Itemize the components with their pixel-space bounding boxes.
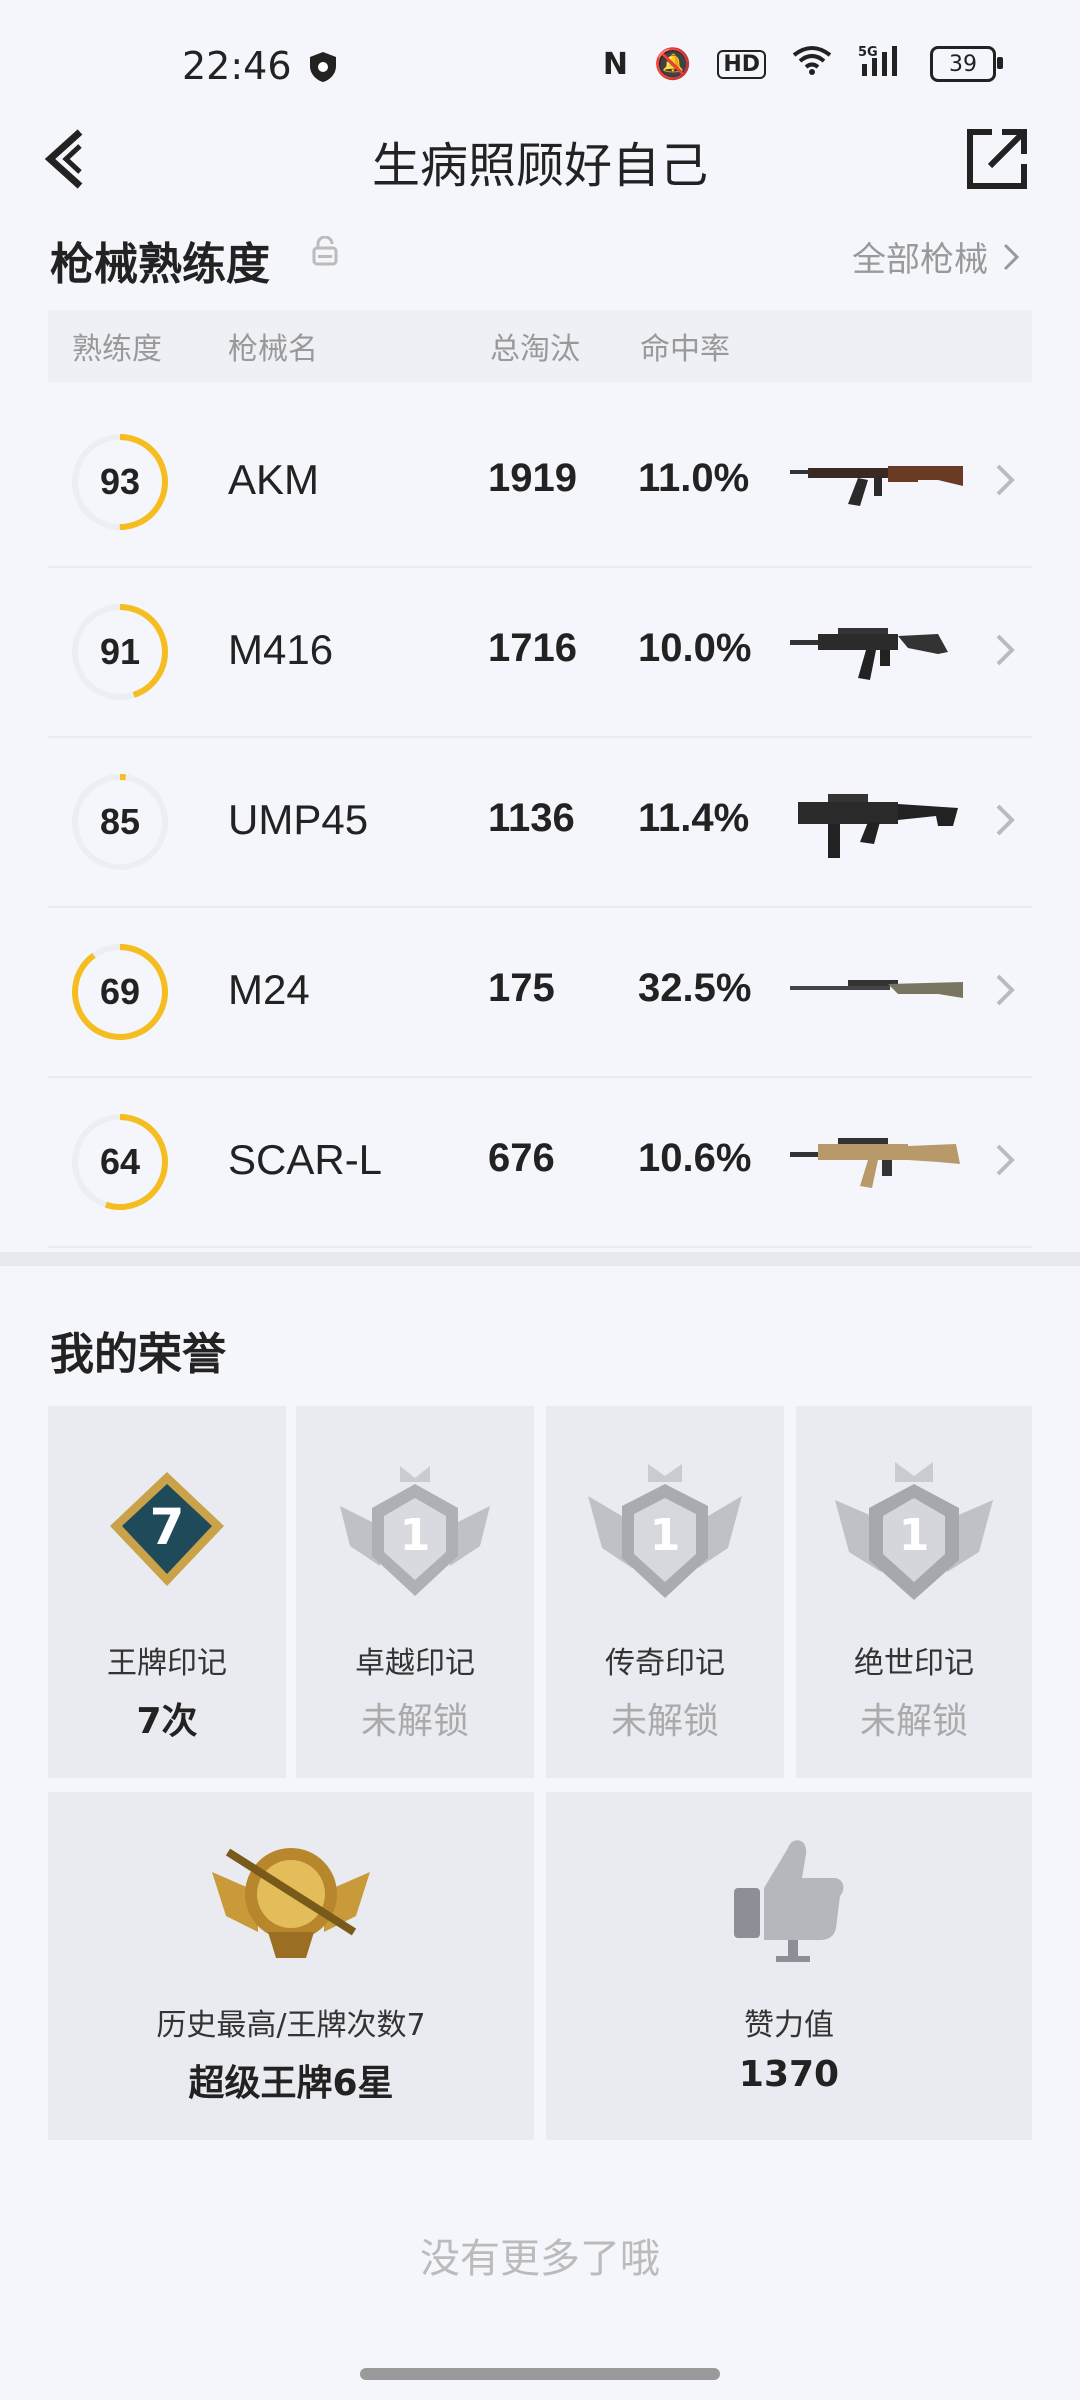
mastery-level: 64 bbox=[99, 1141, 141, 1182]
status-icons: N 🔕 HD 5G 39 bbox=[602, 44, 1003, 84]
badge-value: 7次 bbox=[136, 1701, 198, 1742]
status-bar: 22:46 N 🔕 HD 5G 39 bbox=[0, 0, 1080, 130]
highest-rank-value: 超级王牌6星 bbox=[188, 2063, 394, 2104]
weapon-name: AKM bbox=[228, 456, 320, 503]
chevron-right-icon bbox=[996, 464, 1015, 496]
ump45-smg-icon bbox=[798, 794, 958, 858]
mastery-ring: 91 bbox=[70, 602, 170, 702]
status-time: 22:46 bbox=[182, 44, 292, 88]
legend-badge-icon: 1 bbox=[588, 1464, 742, 1598]
excellence-badge-icon: 1 bbox=[340, 1466, 490, 1596]
battery-icon: 39 bbox=[930, 46, 1003, 82]
chevron-right-icon bbox=[996, 804, 1015, 836]
chevron-right-icon bbox=[1003, 243, 1020, 270]
highest-rank-card[interactable]: 历史最高/王牌次数7 超级王牌6星 bbox=[48, 1792, 534, 2140]
mastery-level: 69 bbox=[99, 971, 141, 1012]
rank-emblem-icon bbox=[212, 1848, 370, 1958]
likes-label: 赞力值 bbox=[744, 2008, 834, 2043]
no-more-text: 没有更多了哦 bbox=[420, 2236, 660, 2282]
col-eliminations: 总淘汰 bbox=[490, 332, 580, 367]
peerless-badge-card[interactable]: 1 绝世印记 未解锁 bbox=[796, 1406, 1032, 1778]
weapon-eliminations: 1136 bbox=[488, 796, 575, 840]
chevron-right-icon bbox=[996, 634, 1015, 666]
legend-badge-card[interactable]: 1 传奇印记 未解锁 bbox=[546, 1406, 784, 1778]
table-header: 熟练度 枪械名 总淘汰 命中率 bbox=[48, 310, 1032, 382]
honors-heading: 我的荣誉 bbox=[50, 1329, 226, 1380]
badge-label: 绝世印记 bbox=[854, 1646, 974, 1681]
badge-value: 未解锁 bbox=[360, 1701, 469, 1742]
mastery-heading: 枪械熟练度 bbox=[50, 239, 270, 290]
thumbs-up-icon bbox=[734, 1840, 844, 1962]
excellence-badge-card[interactable]: 1 卓越印记 未解锁 bbox=[296, 1406, 534, 1778]
scar-l-rifle-icon bbox=[790, 1138, 960, 1188]
mastery-ring: 85 bbox=[70, 772, 170, 872]
signal-icon: 5G bbox=[858, 44, 904, 84]
weapon-hit-rate: 10.6% bbox=[638, 1136, 752, 1180]
badge-number: 7 bbox=[150, 1498, 185, 1556]
m416-rifle-icon bbox=[790, 628, 948, 680]
shield-icon bbox=[310, 52, 336, 82]
weapon-row[interactable]: 93 AKM 1919 11.0% bbox=[48, 396, 1032, 568]
weapon-eliminations: 175 bbox=[488, 966, 555, 1010]
weapon-name: SCAR-L bbox=[228, 1136, 383, 1183]
m24-sniper-icon bbox=[790, 980, 963, 998]
weapon-row[interactable]: 69 M24 175 32.5% bbox=[48, 906, 1032, 1078]
badge-number: 1 bbox=[400, 1510, 431, 1561]
chevron-right-icon bbox=[996, 1144, 1015, 1176]
col-mastery: 熟练度 bbox=[72, 332, 162, 367]
all-weapons-link[interactable]: 全部枪械 bbox=[852, 232, 1020, 281]
ace-badge-card[interactable]: 7 王牌印记 7次 bbox=[48, 1406, 286, 1778]
badge-number: 1 bbox=[899, 1510, 930, 1561]
badge-label: 传奇印记 bbox=[605, 1646, 725, 1681]
weapon-name: UMP45 bbox=[228, 796, 369, 843]
likes-card[interactable]: 赞力值 1370 bbox=[546, 1792, 1032, 2140]
home-indicator[interactable] bbox=[360, 2368, 720, 2380]
col-name: 枪械名 bbox=[228, 332, 318, 367]
peerless-badge-icon: 1 bbox=[835, 1462, 993, 1600]
weapon-row[interactable]: 85 UMP45 1136 11.4% bbox=[48, 736, 1032, 908]
mute-icon: 🔕 bbox=[653, 46, 692, 82]
weapon-name: M24 bbox=[228, 966, 310, 1013]
weapon-row[interactable]: 64 SCAR-L 676 10.6% bbox=[48, 1076, 1032, 1248]
badge-value: 未解锁 bbox=[610, 1701, 719, 1742]
weapon-name: M416 bbox=[228, 626, 334, 673]
chevron-right-icon bbox=[996, 974, 1015, 1006]
badge-label: 卓越印记 bbox=[355, 1646, 475, 1681]
badge-number: 1 bbox=[650, 1510, 681, 1561]
highest-rank-label: 历史最高/王牌次数7 bbox=[156, 2008, 426, 2043]
akm-rifle-icon bbox=[790, 466, 963, 506]
badge-value: 未解锁 bbox=[859, 1701, 968, 1742]
share-icon[interactable] bbox=[962, 124, 1032, 194]
mastery-level: 91 bbox=[99, 631, 141, 672]
weapon-hit-rate: 32.5% bbox=[638, 966, 752, 1010]
weapon-hit-rate: 11.0% bbox=[638, 456, 750, 500]
svg-text:5G: 5G bbox=[858, 45, 878, 60]
mastery-level: 93 bbox=[99, 461, 141, 502]
mastery-ring: 69 bbox=[70, 942, 170, 1042]
mastery-level: 85 bbox=[99, 801, 141, 842]
hd-icon: HD bbox=[717, 49, 766, 79]
page-title: 生病照顾好自己 bbox=[371, 138, 708, 194]
section-divider bbox=[0, 1252, 1080, 1266]
wifi-icon bbox=[792, 45, 832, 83]
weapon-hit-rate: 10.0% bbox=[638, 626, 752, 670]
weapon-eliminations: 1716 bbox=[488, 626, 577, 670]
mastery-ring: 64 bbox=[70, 1112, 170, 1212]
weapon-hit-rate: 11.4% bbox=[638, 796, 750, 840]
badge-label: 王牌印记 bbox=[107, 1646, 227, 1681]
weapon-row[interactable]: 91 M416 1716 10.0% bbox=[48, 566, 1032, 738]
col-hit-rate: 命中率 bbox=[640, 332, 730, 367]
lock-icon[interactable] bbox=[312, 236, 338, 266]
weapon-eliminations: 1919 bbox=[488, 456, 577, 500]
all-weapons-label: 全部枪械 bbox=[852, 240, 988, 280]
ace-badge-icon: 7 bbox=[110, 1472, 224, 1586]
mastery-ring: 93 bbox=[70, 432, 170, 532]
nav-bar: 生病照顾好自己 bbox=[0, 120, 1080, 200]
weapon-eliminations: 676 bbox=[488, 1136, 555, 1180]
likes-value: 1370 bbox=[738, 2054, 840, 2095]
nfc-icon: N bbox=[602, 46, 628, 82]
